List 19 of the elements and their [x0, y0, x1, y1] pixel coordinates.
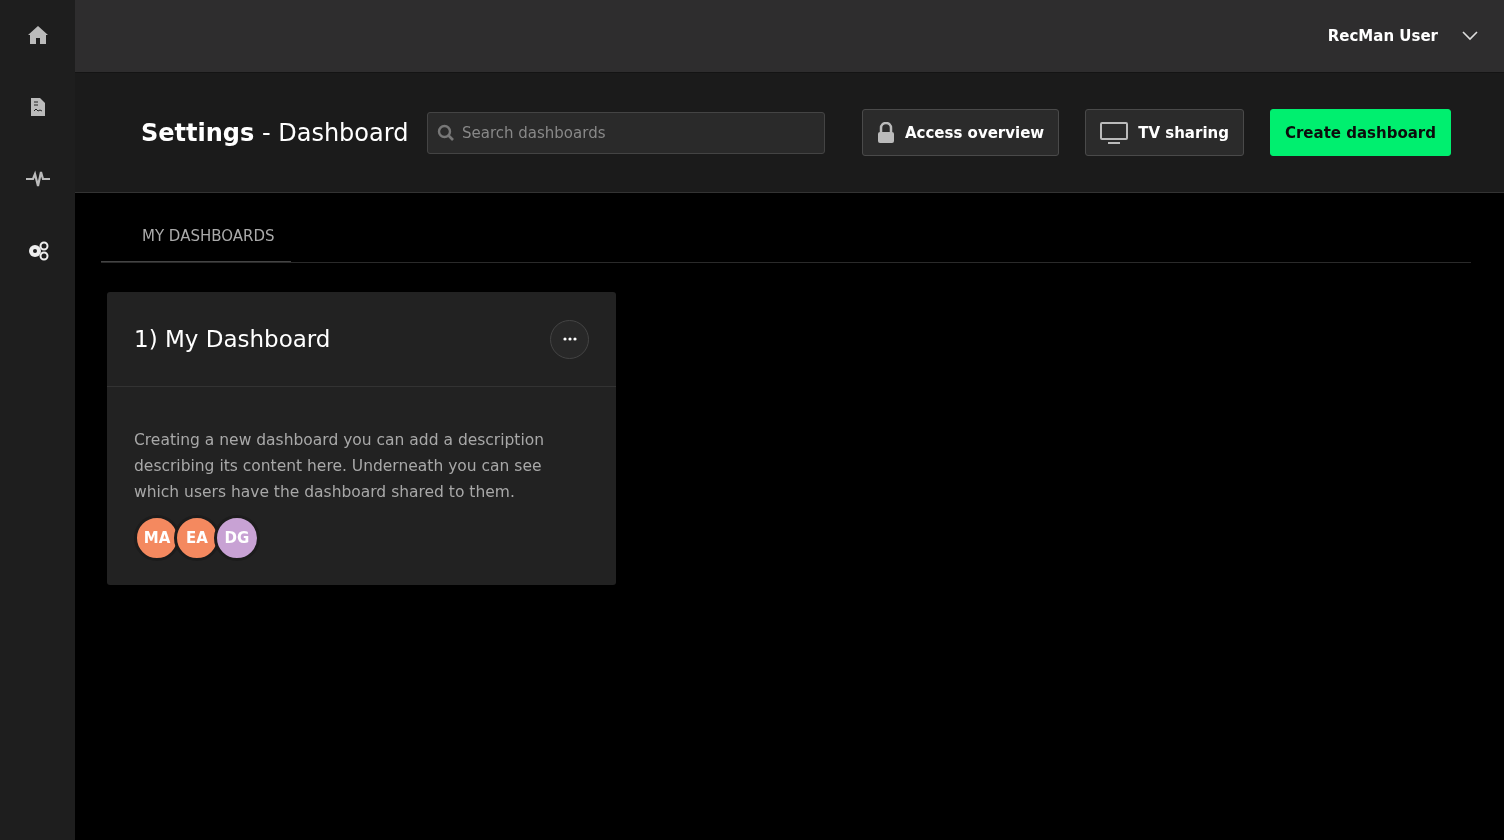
page-title: Settings - Dashboard — [141, 118, 410, 147]
create-dashboard-button[interactable]: Create dashboard — [1269, 109, 1451, 156]
pulse-icon[interactable] — [24, 169, 51, 189]
lock-icon — [876, 121, 895, 144]
document-icon[interactable] — [29, 97, 46, 117]
access-overview-button[interactable]: Access overview — [861, 109, 1060, 156]
more-button[interactable] — [550, 319, 589, 359]
monitor-icon — [1100, 121, 1129, 144]
home-icon[interactable] — [26, 25, 49, 45]
chevron-down-icon[interactable] — [1462, 31, 1478, 41]
user-avatar: DG — [214, 515, 260, 561]
dashboard-title[interactable]: 1) My Dashboard — [134, 326, 331, 352]
tab[interactable]: MY DASHBOARDS — [101, 215, 291, 262]
gears-icon[interactable] — [26, 241, 49, 261]
user-name[interactable]: RecMan User — [1327, 27, 1438, 45]
ellipsis-icon — [562, 337, 577, 341]
dashboard-description: Creating a new dashboard you can add a description describing its content here. Underneath you can see which users have the dashboard shared to them. — [134, 430, 546, 503]
search-field[interactable]: Search dashboards — [427, 111, 825, 154]
tv-sharing-button[interactable]: TV sharing — [1085, 109, 1244, 156]
